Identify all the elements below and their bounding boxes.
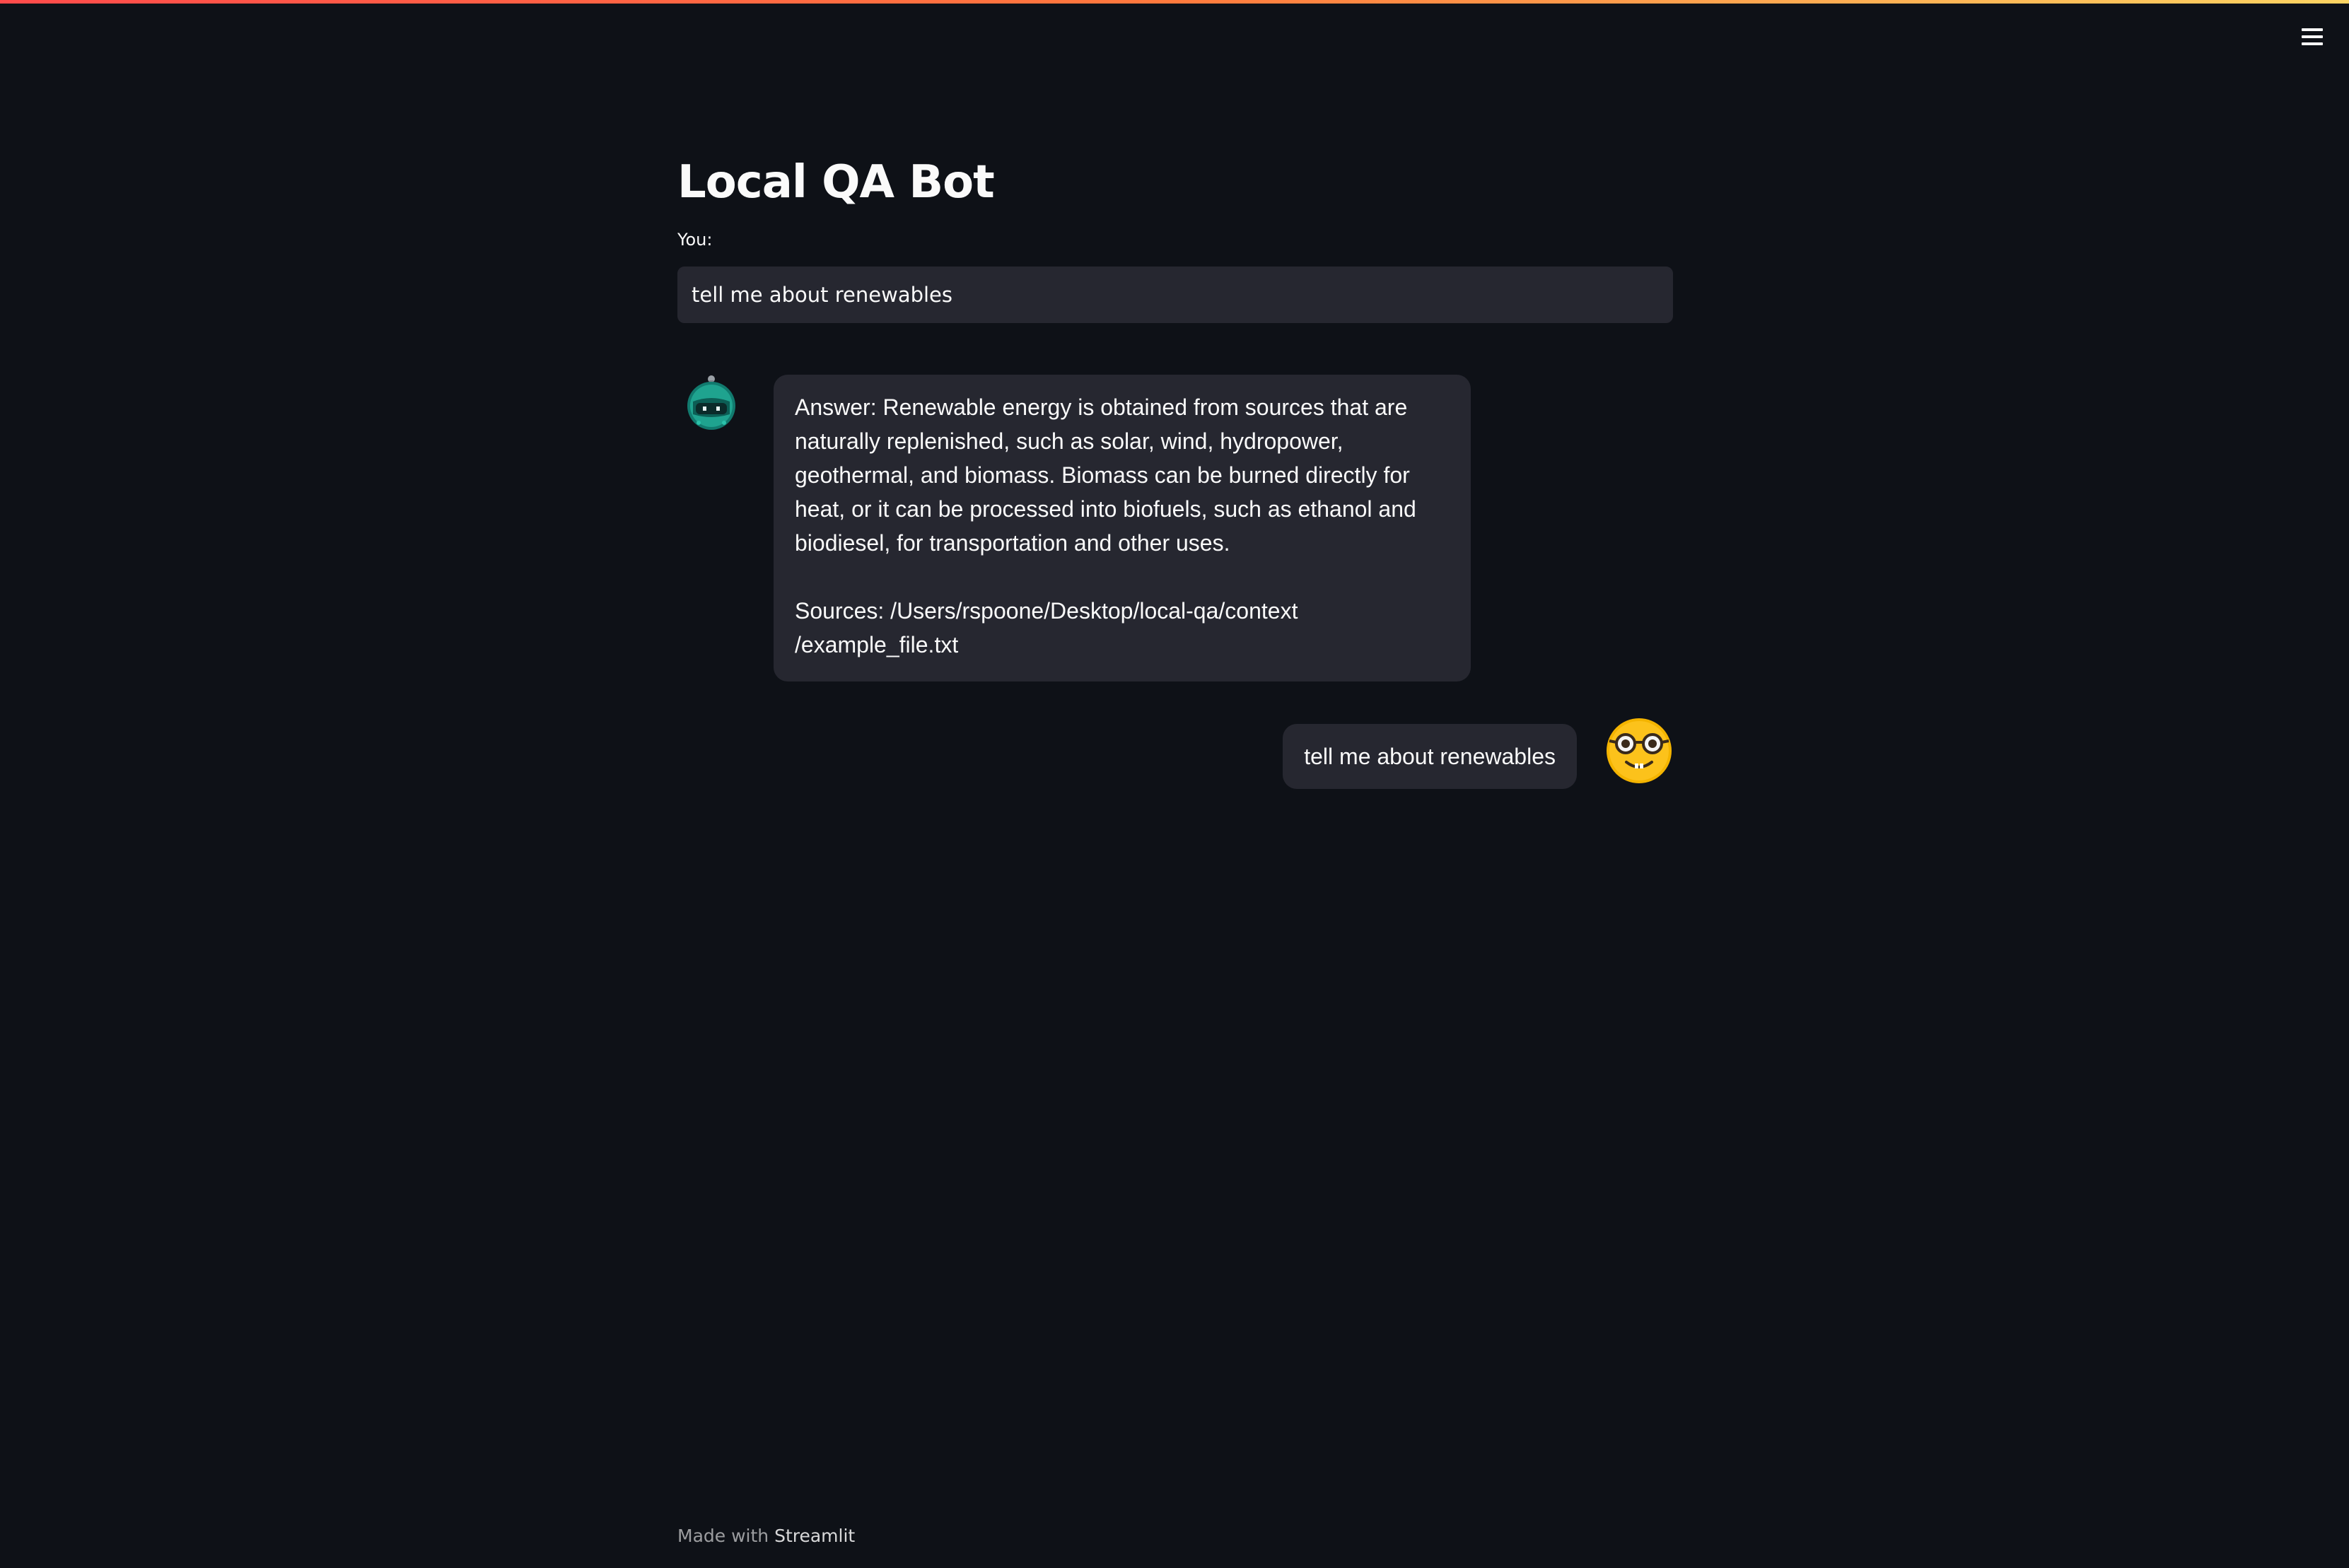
- footer: Made with Streamlit: [677, 1526, 855, 1546]
- user-message-bubble: tell me about renewables: [1283, 724, 1577, 789]
- user-message: tell me about renewables: [677, 717, 1673, 789]
- input-label: You:: [677, 229, 713, 250]
- menu-line: [2302, 35, 2323, 38]
- bot-answer-text: Answer: Renewable energy is obtained fro…: [795, 394, 1416, 556]
- hamburger-menu-icon[interactable]: [2297, 21, 2328, 52]
- question-input[interactable]: [677, 266, 1673, 323]
- robot-avatar-icon: [687, 375, 735, 430]
- footer-prefix: Made with: [677, 1526, 775, 1546]
- menu-line: [2302, 28, 2323, 31]
- menu-line: [2302, 42, 2323, 45]
- nerd-face-avatar-icon: [1607, 718, 1672, 783]
- main-content: Local QA Bot You: Answer: Renewable ener…: [677, 141, 1673, 789]
- bot-sources-text: Sources: /Users/rspoone/Desktop/local-qa…: [795, 598, 1298, 657]
- top-decoration-bar: [0, 0, 2349, 4]
- page-title: Local QA Bot: [677, 156, 995, 209]
- streamlit-link[interactable]: Streamlit: [774, 1526, 855, 1546]
- bot-message-bubble: Answer: Renewable energy is obtained fro…: [774, 375, 1471, 681]
